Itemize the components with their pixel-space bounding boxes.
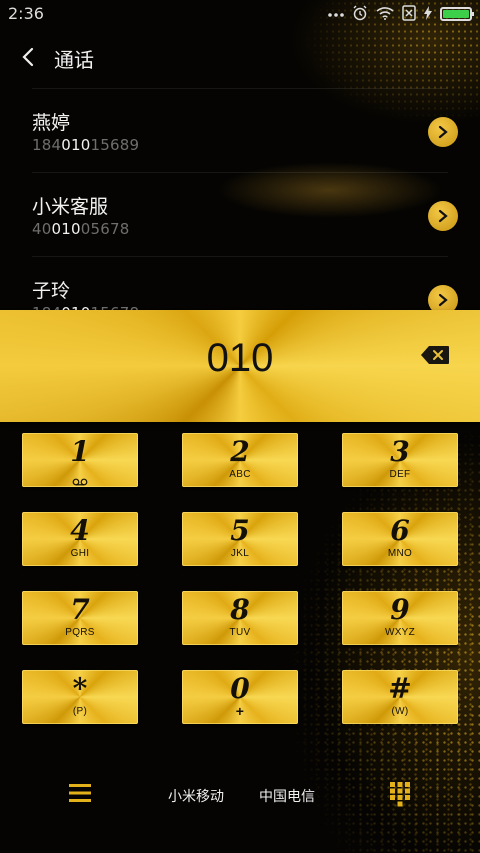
key-letters: MNO bbox=[387, 548, 413, 559]
battery-fill bbox=[443, 10, 469, 18]
key-digit: 0 bbox=[230, 672, 250, 705]
contact-row-1[interactable]: 燕婷 18401015689 bbox=[0, 88, 480, 172]
key-digit: 3 bbox=[390, 435, 410, 468]
number-prefix: 184 bbox=[32, 136, 62, 154]
key-letters: DEF bbox=[389, 469, 411, 480]
voicemail-icon bbox=[72, 471, 88, 486]
key-letters: (W) bbox=[391, 706, 409, 717]
no-sim-icon bbox=[402, 4, 416, 24]
menu-icon[interactable] bbox=[68, 782, 92, 804]
number-suffix: 15689 bbox=[90, 136, 140, 154]
key-digit: 1 bbox=[70, 435, 90, 468]
number-match: 010 bbox=[51, 220, 81, 238]
key-letters: + bbox=[235, 703, 245, 719]
alarm-icon bbox=[352, 5, 368, 24]
dial-display: 010 bbox=[0, 310, 480, 422]
key-digit: 4 bbox=[70, 514, 90, 547]
page-title: 通话 bbox=[54, 48, 94, 72]
header: 通话 bbox=[0, 38, 480, 78]
divider bbox=[32, 256, 448, 257]
battery-icon bbox=[440, 7, 474, 21]
key-letters: ABC bbox=[229, 469, 251, 480]
key-2[interactable]: 2 ABC bbox=[182, 433, 298, 487]
divider bbox=[32, 88, 448, 89]
status-bar: 2:36 bbox=[0, 0, 480, 28]
key-star[interactable]: * (P) bbox=[22, 670, 138, 724]
key-9[interactable]: 9 WXYZ bbox=[342, 591, 458, 645]
back-arrow-icon[interactable] bbox=[18, 46, 40, 68]
key-digit: 9 bbox=[390, 593, 410, 626]
key-8[interactable]: 8 TUV bbox=[182, 591, 298, 645]
key-7[interactable]: 7 PQRS bbox=[22, 591, 138, 645]
key-3[interactable]: 3 DEF bbox=[342, 433, 458, 487]
contact-name: 子玲 bbox=[32, 280, 71, 302]
key-letters: WXYZ bbox=[384, 627, 416, 638]
key-digit: 7 bbox=[70, 593, 90, 626]
number-suffix: 05678 bbox=[80, 220, 130, 238]
number-match: 010 bbox=[61, 136, 91, 154]
sim2-call-button[interactable]: 中国电信 bbox=[259, 786, 315, 806]
wifi-icon bbox=[376, 6, 394, 23]
key-letters: TUV bbox=[229, 627, 251, 638]
key-digit: 6 bbox=[390, 514, 410, 547]
key-digit: 2 bbox=[230, 435, 250, 468]
key-digit: * bbox=[72, 672, 88, 705]
key-letters: JKL bbox=[230, 548, 250, 559]
contact-number: 4001005678 bbox=[32, 220, 129, 238]
key-0[interactable]: 0 + bbox=[182, 670, 298, 724]
key-digit: 8 bbox=[230, 593, 250, 626]
contact-number: 18401015689 bbox=[32, 136, 139, 154]
dialed-number: 010 bbox=[206, 336, 274, 380]
contact-row-2[interactable]: 小米客服 4001005678 bbox=[0, 172, 480, 256]
key-4[interactable]: 4 GHI bbox=[22, 512, 138, 566]
key-letters: PQRS bbox=[65, 627, 95, 638]
key-6[interactable]: 6 MNO bbox=[342, 512, 458, 566]
dialpad-toggle-icon[interactable] bbox=[389, 781, 411, 807]
key-letters: (P) bbox=[72, 706, 88, 717]
number-prefix: 40 bbox=[32, 220, 52, 238]
key-digit: 5 bbox=[230, 514, 250, 547]
more-dots-icon bbox=[328, 8, 344, 21]
contact-detail-arrow-icon[interactable] bbox=[428, 201, 458, 231]
contact-name: 燕婷 bbox=[32, 112, 71, 134]
key-letters: GHI bbox=[70, 548, 90, 559]
charging-icon bbox=[424, 5, 432, 23]
status-icons bbox=[328, 4, 474, 24]
key-hash[interactable]: # (W) bbox=[342, 670, 458, 724]
backspace-icon[interactable] bbox=[420, 345, 450, 365]
contact-name: 小米客服 bbox=[32, 196, 109, 218]
bottom-bar: 小米移动 中国电信 bbox=[0, 770, 480, 820]
status-time: 2:36 bbox=[8, 4, 44, 23]
key-digit: # bbox=[388, 672, 412, 705]
key-1[interactable]: 1 bbox=[22, 433, 138, 487]
sim1-call-button[interactable]: 小米移动 bbox=[168, 786, 224, 806]
key-5[interactable]: 5 JKL bbox=[182, 512, 298, 566]
divider bbox=[32, 172, 448, 173]
contact-detail-arrow-icon[interactable] bbox=[428, 117, 458, 147]
